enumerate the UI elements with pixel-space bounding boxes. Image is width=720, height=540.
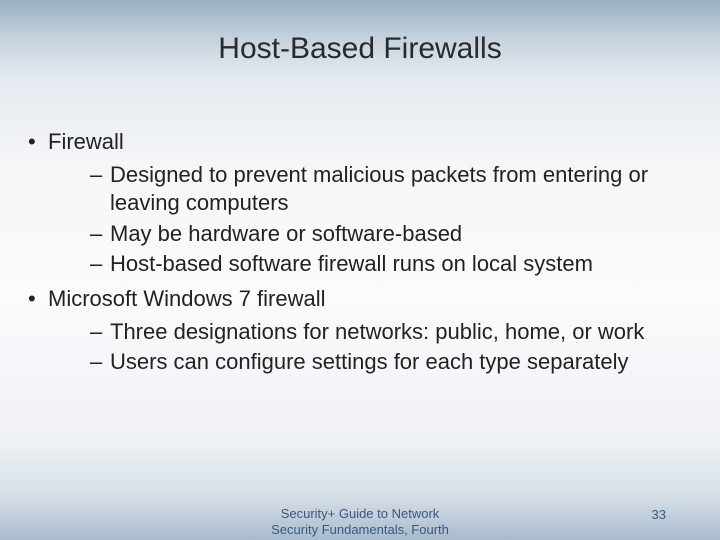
list-item: Host-based software firewall runs on loc… [48,250,700,279]
list-item-text: Host-based software firewall runs on loc… [110,251,593,276]
list-item-text: May be hardware or software-based [110,221,462,246]
footer-source: Security+ Guide to Network Security Fund… [0,506,720,539]
list-item: Microsoft Windows 7 firewall Three desig… [20,285,700,377]
list-item: Users can configure settings for each ty… [48,348,700,377]
footer-source-line: Security Fundamentals, Fourth [0,522,720,538]
sub-bullet-list: Three designations for networks: public,… [48,318,700,377]
slide-title: Host-Based Firewalls [0,0,720,66]
list-item-text: Users can configure settings for each ty… [110,349,629,374]
slide-content: Firewall Designed to prevent malicious p… [20,128,700,383]
bullet-list: Firewall Designed to prevent malicious p… [20,128,700,377]
page-number: 33 [652,507,666,522]
list-item: Designed to prevent malicious packets fr… [48,161,700,218]
list-item: Three designations for networks: public,… [48,318,700,347]
list-item-text: Microsoft Windows 7 firewall [48,286,326,311]
sub-bullet-list: Designed to prevent malicious packets fr… [48,161,700,279]
list-item: Firewall Designed to prevent malicious p… [20,128,700,279]
list-item: May be hardware or software-based [48,220,700,249]
footer-source-line: Security+ Guide to Network [0,506,720,522]
list-item-text: Three designations for networks: public,… [110,319,644,344]
slide-footer: Security+ Guide to Network Security Fund… [0,500,720,540]
list-item-text: Firewall [48,129,124,154]
list-item-text: Designed to prevent malicious packets fr… [110,162,648,216]
